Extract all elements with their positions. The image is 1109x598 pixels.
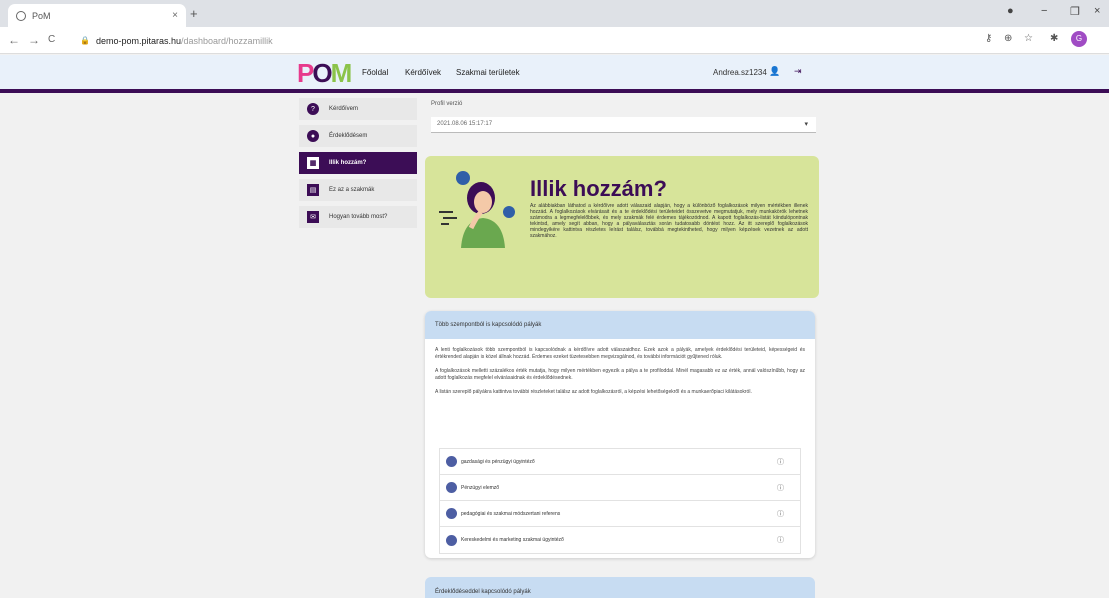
site-header — [0, 55, 1109, 89]
hero-banner: Illik hozzám? Az alábbiakban láthatod a … — [425, 156, 819, 298]
question-icon: ? — [307, 103, 319, 115]
browser-tab-bar: PoM × + ● − ❐ × — [0, 0, 1109, 27]
job-icon — [446, 456, 457, 467]
header-divider — [0, 89, 1109, 93]
pom-logo[interactable]: POM — [297, 60, 352, 86]
sidebar-item-fits-me[interactable]: ▦ Illik hozzám? — [299, 152, 417, 174]
info-icon[interactable]: ⓘ — [777, 483, 784, 493]
user-name[interactable]: Andrea.sz1234 — [713, 68, 767, 77]
job-label: pedagógiai és szakmai módszertani refere… — [461, 510, 561, 517]
url-host: demo-pom.pitaras.hu — [95, 35, 182, 46]
interest-jobs-card-header: Érdeklődéseddel kapcsolódó pályák — [425, 577, 815, 598]
reload-button[interactable]: C — [48, 34, 55, 45]
list-item[interactable]: Kereskedelmi és marketing szakmai ügyint… — [440, 527, 800, 553]
sidebar: ? Kérdőívem ● Érdeklődésem ▦ Illik hozzá… — [299, 98, 417, 233]
extensions-icon[interactable]: ✱ — [1050, 33, 1058, 44]
info-icon[interactable]: ⓘ — [777, 457, 784, 467]
info-icon[interactable]: ⓘ — [777, 509, 784, 519]
forward-button[interactable]: → — [28, 33, 40, 47]
user-icon[interactable]: 👤 — [769, 66, 780, 77]
list-item[interactable]: Pénzügyi elemző ⓘ — [440, 475, 800, 501]
sidebar-item-questionnaire[interactable]: ? Kérdőívem — [299, 98, 417, 120]
list-item[interactable]: pedagógiai és szakmai módszertani refere… — [440, 501, 800, 527]
sidebar-item-label: Kérdőívem — [329, 106, 359, 112]
tab-close-icon[interactable]: × — [172, 10, 178, 21]
logout-icon[interactable]: ⇥ — [794, 66, 802, 77]
card-paragraph: A lenti foglalkozások több szempontból i… — [435, 347, 805, 360]
avatar[interactable]: G — [1071, 31, 1087, 47]
job-icon — [446, 534, 457, 546]
zoom-icon[interactable]: ⊕ — [1004, 33, 1012, 44]
maximize-button[interactable]: ❐ — [1070, 5, 1080, 18]
id-card-icon: ▦ — [307, 157, 319, 169]
favicon-icon — [16, 10, 26, 21]
key-icon[interactable]: ⚷ — [985, 33, 992, 44]
browser-tab[interactable]: PoM × — [8, 4, 186, 27]
address-bar: ← → C 🔒 demo-pom.pitaras.hu /dashboard/h… — [0, 27, 1109, 54]
matching-jobs-card: Több szempontból is kapcsolódó pályák A … — [425, 311, 815, 558]
envelope-icon: ✉ — [307, 211, 319, 223]
nav-link-home[interactable]: Főoldal — [362, 68, 388, 77]
sidebar-item-label: Illik hozzám? — [329, 160, 367, 166]
sidebar-item-label: Hogyan tovább most? — [329, 214, 388, 220]
page-title: Illik hozzám? — [530, 176, 667, 201]
tab-title: PoM — [32, 10, 51, 21]
sidebar-item-label: Ez az a szakmák — [329, 187, 375, 193]
job-list: gazdasági és pénzügyi ügyintéző ⓘ Pénzüg… — [439, 448, 801, 554]
profile-version-select[interactable]: 2021.08.06 15:17:17 ▾ — [431, 117, 816, 133]
job-icon — [446, 482, 457, 493]
profile-version-label: Profil verzió — [431, 101, 463, 107]
url-path: /dashboard/hozzamillik — [181, 35, 273, 46]
profile-version-value: 2021.08.06 15:17:17 — [437, 121, 493, 127]
sidebar-item-professions[interactable]: ▤ Ez az a szakmák — [299, 179, 417, 201]
card-paragraph: A foglalkozások melletti százalékos érté… — [435, 368, 805, 381]
url-field[interactable]: 🔒 demo-pom.pitaras.hu /dashboard/hozzami… — [80, 31, 960, 50]
bookmark-star-icon[interactable]: ☆ — [1024, 33, 1033, 44]
person-thinking-illustration — [439, 171, 515, 248]
lock-icon: 🔒 — [80, 36, 90, 45]
card-header: Több szempontból is kapcsolódó pályák — [425, 311, 815, 339]
new-tab-button[interactable]: + — [190, 6, 198, 21]
hero-description: Az alábbiakban láthatod a kérdőívre adot… — [530, 203, 808, 239]
job-label: Pénzügyi elemző — [461, 484, 500, 491]
nav-link-fields[interactable]: Szakmai területek — [456, 68, 520, 77]
info-icon[interactable]: ⓘ — [777, 535, 784, 545]
minimize-button[interactable]: − — [1041, 5, 1047, 17]
list-item[interactable]: gazdasági és pénzügyi ügyintéző ⓘ — [440, 449, 800, 475]
chrome-profile-icon[interactable]: ● — [1007, 5, 1014, 17]
job-icon — [446, 508, 457, 519]
job-label: Kereskedelmi és marketing szakmai ügyint… — [461, 537, 564, 543]
job-label: gazdasági és pénzügyi ügyintéző — [461, 458, 535, 465]
back-button[interactable]: ← — [8, 33, 20, 47]
card-paragraph: A listán szereplő pályákra kattintva tov… — [435, 389, 752, 395]
card-body: A lenti foglalkozások több szempontból i… — [425, 339, 815, 411]
close-window-button[interactable]: × — [1094, 5, 1100, 17]
sidebar-item-interests[interactable]: ● Érdeklődésem — [299, 125, 417, 147]
sidebar-item-label: Érdeklődésem — [329, 133, 368, 139]
card-icon: ▤ — [307, 184, 319, 196]
nav-link-questionnaires[interactable]: Kérdőívek — [405, 68, 441, 77]
sidebar-item-next-steps[interactable]: ✉ Hogyan tovább most? — [299, 206, 417, 228]
chevron-down-icon: ▾ — [804, 121, 808, 128]
person-icon: ● — [307, 130, 319, 142]
